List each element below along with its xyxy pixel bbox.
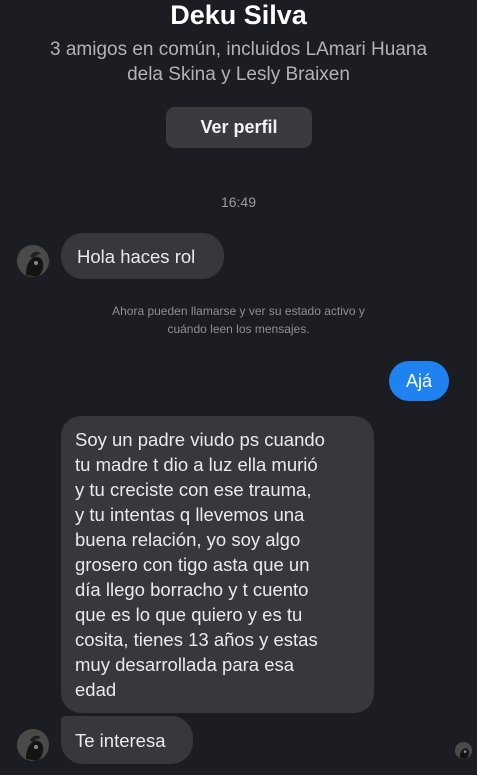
- message-line: grosero con tigo asta que un: [75, 554, 310, 575]
- incoming-message-bubble[interactable]: Te interesa: [61, 716, 193, 764]
- mutual-friends-line: 3 amigos en común, incluidos LAmari Huan…: [49, 39, 428, 60]
- message-text-block: Soy un padre viudo ps cuando tu madre t …: [75, 427, 325, 702]
- message-line: Soy un padre viudo ps cuando: [75, 429, 325, 450]
- message-line: muy desarrollada para esa: [75, 654, 295, 675]
- contact-avatar-icon[interactable]: [17, 729, 49, 761]
- contact-name: Deku Silva: [170, 0, 307, 30]
- contact-avatar-icon[interactable]: [17, 245, 49, 277]
- view-profile-button[interactable]: Ver perfil: [166, 107, 312, 148]
- message-line: que es lo que quiero y es tu: [75, 604, 303, 625]
- incoming-message-bubble[interactable]: Hola haces rol: [61, 233, 224, 279]
- notice-line: cuándo leen los mensajes.: [167, 322, 310, 336]
- mutual-friends-line: dela Skina y Lesly Braixen: [127, 64, 350, 85]
- message-line: día llego borracho y t cuento: [75, 579, 309, 600]
- message-line: buena relación, yo soy algo: [75, 529, 301, 550]
- notice-line: Ahora pueden llamarse y ver su estado ac…: [112, 304, 365, 318]
- incoming-message-bubble[interactable]: Soy un padre viudo ps cuando tu madre t …: [61, 416, 374, 713]
- message-text: Te interesa: [75, 730, 166, 751]
- activity-notice: Ahora pueden llamarse y ver su estado ac…: [0, 302, 477, 338]
- message-line: y tu creciste con ese trauma,: [75, 479, 312, 500]
- message-line: edad: [75, 679, 117, 700]
- message-text: Ajá: [405, 371, 432, 391]
- seen-avatar-icon: [455, 742, 472, 759]
- message-timestamp: 16:49: [220, 194, 257, 210]
- outgoing-message-bubble[interactable]: Ajá: [389, 361, 449, 401]
- message-line: tu madre t dio a luz ella murió: [75, 454, 318, 475]
- message-line: cosita, tienes 13 años y estas: [75, 629, 318, 650]
- message-line: y tu intentas q llevemos una: [75, 504, 305, 525]
- mutual-friends-text: 3 amigos en común, incluidos LAmari Huan…: [0, 37, 477, 87]
- message-text: Hola haces rol: [77, 246, 196, 267]
